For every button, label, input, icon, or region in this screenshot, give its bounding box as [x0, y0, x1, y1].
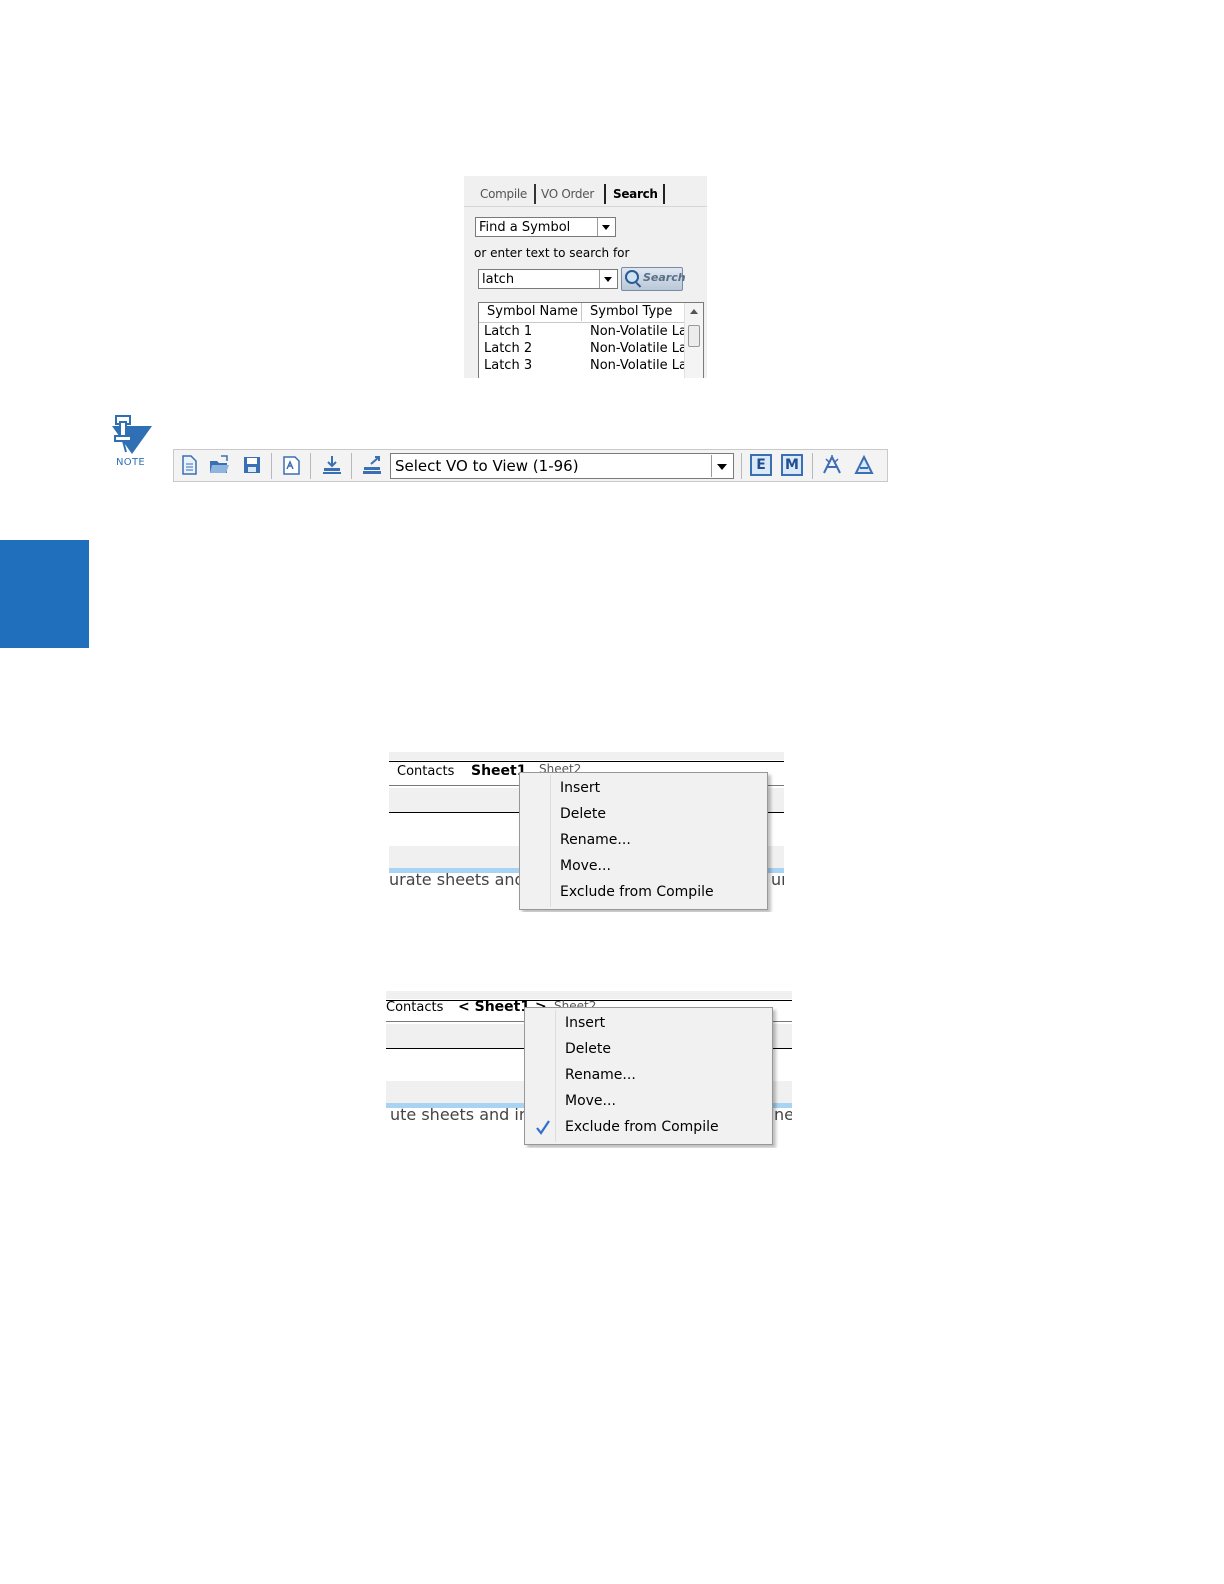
- tab-contacts[interactable]: Contacts: [397, 764, 454, 779]
- symbol-type-cell: Non-Volatile La..: [590, 358, 696, 373]
- search-button-label: Search: [643, 271, 686, 284]
- symbol-results-list[interactable]: Symbol Name Symbol Type Latch 1 Non-Vola…: [478, 302, 704, 378]
- print-preview-icon[interactable]: [280, 454, 302, 476]
- column-header-symbol-type[interactable]: Symbol Type: [581, 303, 672, 321]
- expand-tree-icon[interactable]: [821, 454, 843, 476]
- toolbar-separator: [310, 453, 311, 479]
- symbol-type-cell: Non-Volatile La..: [590, 341, 696, 356]
- menu-item-exclude-from-compile[interactable]: Exclude from Compile: [560, 884, 714, 900]
- results-header: Symbol Name Symbol Type: [479, 303, 685, 323]
- e-button[interactable]: E: [750, 454, 772, 476]
- find-mode-select[interactable]: Find a Symbol: [475, 217, 616, 237]
- clipped-text-left: ute sheets and in: [390, 1105, 529, 1124]
- tab-bar-border: [389, 761, 784, 762]
- m-button[interactable]: M: [781, 454, 803, 476]
- symbol-name-cell: Latch 2: [484, 341, 533, 356]
- menu-gutter: [555, 1010, 556, 1142]
- menu-item-insert[interactable]: Insert: [565, 1015, 605, 1031]
- tab-area-background: [386, 991, 792, 999]
- tab-contacts[interactable]: Contacts: [386, 1000, 443, 1015]
- symbol-name-cell: Latch 3: [484, 358, 533, 373]
- menu-item-delete[interactable]: Delete: [565, 1041, 611, 1057]
- menu-gutter: [550, 775, 551, 907]
- chapter-side-tab: [0, 540, 89, 648]
- toolbar-separator: [812, 453, 813, 479]
- tab-search[interactable]: Search: [604, 184, 665, 204]
- collapse-tree-icon[interactable]: [853, 454, 875, 476]
- sheet-context-menu: Insert Delete Rename... Move... Exclude …: [519, 772, 768, 910]
- vo-view-select[interactable]: Select VO to View (1-96): [390, 453, 734, 479]
- tab-compile[interactable]: Compile: [480, 184, 527, 204]
- open-folder-icon[interactable]: [208, 454, 230, 476]
- search-input[interactable]: latch: [478, 269, 618, 289]
- chevron-down-icon[interactable]: [599, 270, 617, 288]
- search-prompt: or enter text to search for: [474, 246, 630, 260]
- menu-item-rename[interactable]: Rename...: [560, 832, 631, 848]
- clipped-text-right: ne: [774, 1105, 792, 1124]
- menu-item-move[interactable]: Move...: [565, 1093, 616, 1109]
- symbol-type-cell: Non-Volatile La..: [590, 324, 696, 339]
- chevron-down-icon[interactable]: [597, 218, 615, 236]
- table-row[interactable]: Latch 2 Non-Volatile La..: [479, 340, 695, 357]
- menu-item-move[interactable]: Move...: [560, 858, 611, 874]
- toolbar-separator: [351, 453, 352, 479]
- checkmark-icon: [536, 1120, 550, 1135]
- table-row[interactable]: Latch 3 Non-Volatile La..: [479, 357, 695, 374]
- menu-item-insert[interactable]: Insert: [560, 780, 600, 796]
- search-input-value: latch: [482, 272, 515, 287]
- results-scrollbar[interactable]: [684, 303, 703, 378]
- sheet-context-menu: Insert Delete Rename... Move... Exclude …: [524, 1007, 773, 1145]
- logic-designer-toolbar: Select VO to View (1-96) E M: [173, 449, 888, 482]
- new-file-icon[interactable]: [178, 454, 200, 476]
- search-icon: [625, 270, 639, 284]
- symbol-name-cell: Latch 1: [484, 324, 533, 339]
- menu-item-delete[interactable]: Delete: [560, 806, 606, 822]
- find-mode-value: Find a Symbol: [479, 220, 571, 235]
- sheet-context-menu-checked-screenshot: Contacts < Sheet1 > Sheet2 ute sheets an…: [386, 991, 792, 1148]
- scrollbar-thumb[interactable]: [688, 325, 700, 347]
- upload-icon[interactable]: [361, 454, 383, 476]
- scroll-up-icon[interactable]: [690, 309, 698, 314]
- toolbar-separator: [741, 453, 742, 479]
- save-icon[interactable]: [241, 454, 263, 476]
- chevron-down-icon[interactable]: [711, 455, 732, 477]
- menu-item-rename[interactable]: Rename...: [565, 1067, 636, 1083]
- tab-vo-order[interactable]: VO Order: [534, 184, 594, 204]
- vo-view-select-value: Select VO to View (1-96): [395, 457, 579, 475]
- clipped-text-left: urate sheets and: [389, 870, 525, 889]
- search-panel: Compile VO Order Search Find a Symbol or…: [464, 176, 707, 378]
- sheet-context-menu-screenshot: Contacts Sheet1 Sheet2 urate sheets and …: [389, 752, 784, 912]
- tab-area-background: [389, 752, 784, 760]
- clipped-text-right: un: [771, 870, 784, 889]
- table-row[interactable]: Latch 1 Non-Volatile La..: [479, 323, 695, 340]
- search-panel-tabs: Compile VO Order Search: [464, 176, 707, 207]
- download-icon[interactable]: [321, 454, 343, 476]
- menu-item-exclude-from-compile[interactable]: Exclude from Compile: [565, 1119, 719, 1135]
- toolbar-separator: [271, 453, 272, 479]
- search-button[interactable]: Search: [621, 267, 686, 291]
- note-label: NOTE: [116, 457, 145, 468]
- column-header-symbol-name[interactable]: Symbol Name: [487, 303, 578, 321]
